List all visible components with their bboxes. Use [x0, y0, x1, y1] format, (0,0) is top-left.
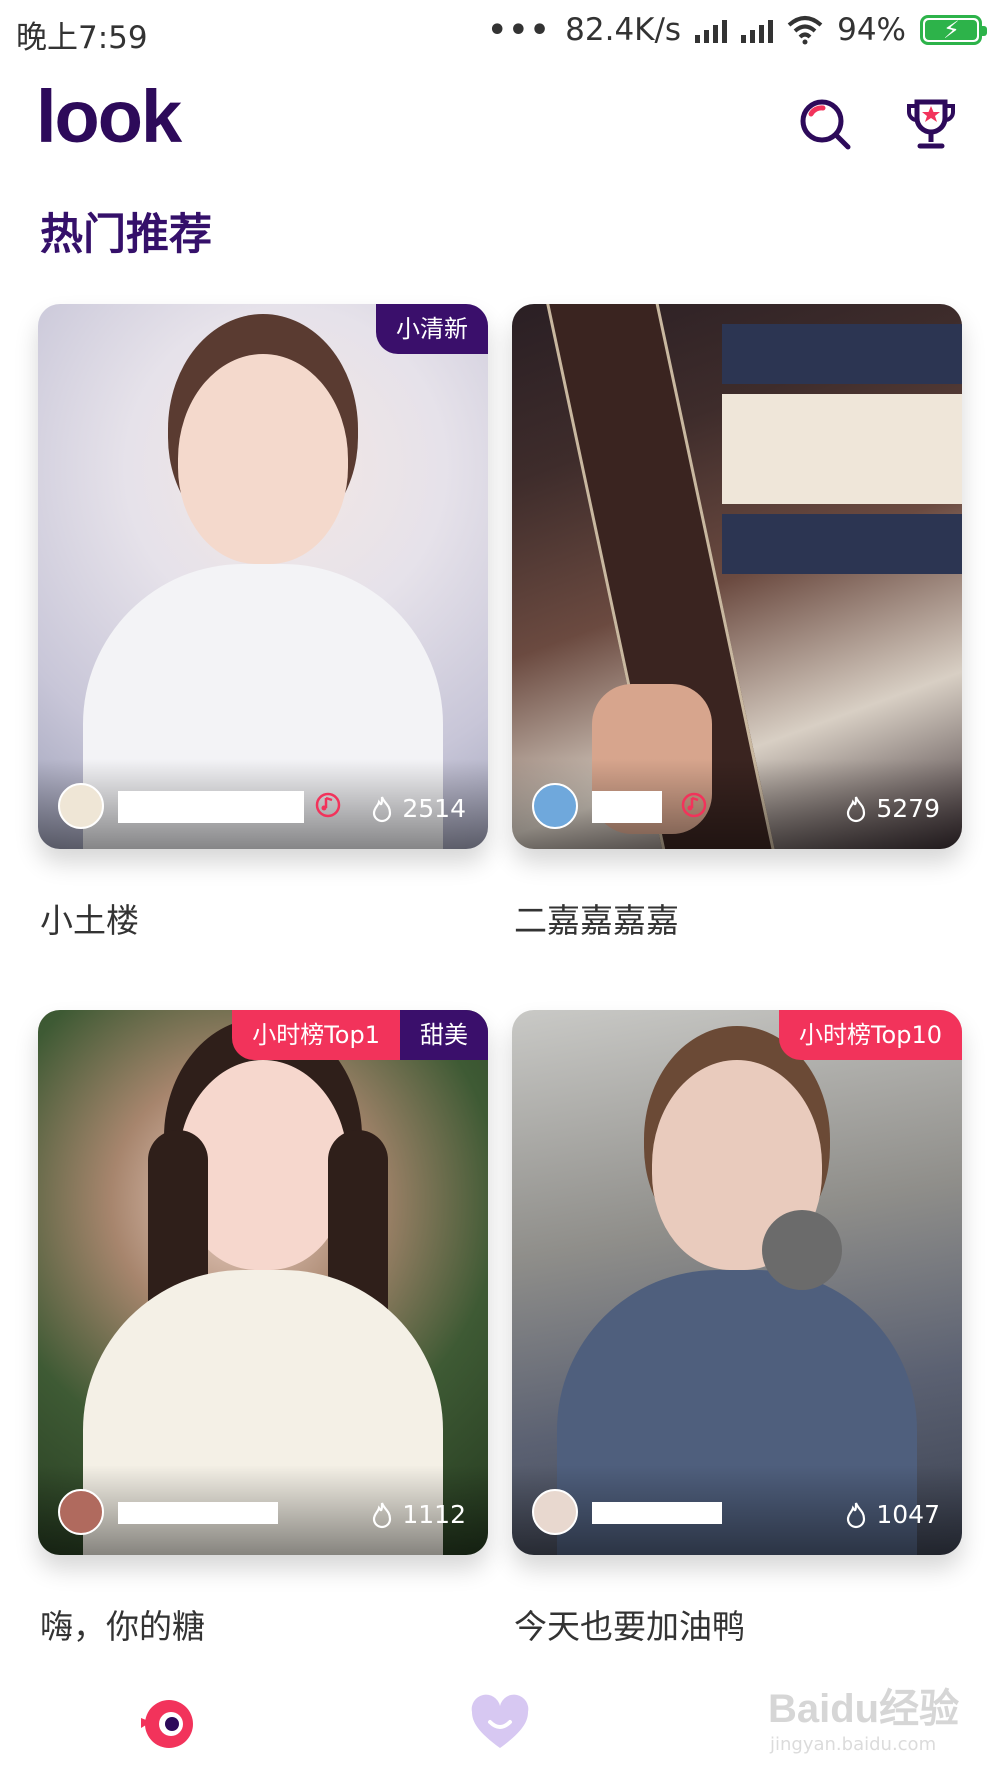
heat-count: 1112 — [370, 1500, 466, 1529]
signal-icon-2 — [741, 17, 774, 43]
stream-card[interactable]: 小时榜Top1 甜美 1112 嗨，你的糖 — [38, 1010, 488, 1646]
battery-percent: 94% — [837, 12, 906, 48]
photo-detail — [722, 324, 962, 384]
app-logo: look — [36, 75, 182, 158]
network-speed: 82.4K/s — [565, 12, 682, 48]
heat-value: 2514 — [402, 794, 466, 823]
tag-label: 小清新 — [376, 304, 488, 354]
heat-value: 1047 — [876, 1500, 940, 1529]
heart-icon[interactable] — [468, 1692, 532, 1756]
flame-icon — [373, 1502, 392, 1528]
flame-icon — [847, 1502, 866, 1528]
avatar[interactable] — [58, 783, 104, 829]
heat-value: 1112 — [402, 1500, 466, 1529]
stream-card[interactable]: 小清新 2514 小土楼 — [38, 304, 488, 940]
avatar[interactable] — [58, 1489, 104, 1535]
heat-count: 2514 — [370, 794, 466, 823]
battery-icon: ⚡ — [920, 15, 987, 45]
wifi-icon — [787, 16, 823, 45]
person-photo — [178, 354, 348, 564]
status-bar: 晚上7:59 ••• 82.4K/s 94% ⚡ — [0, 0, 1000, 62]
more-dots: ••• — [487, 12, 552, 48]
card-cover[interactable]: 5279 — [512, 304, 962, 849]
card-cover[interactable]: 小时榜Top10 1047 — [512, 1010, 962, 1555]
stream-card[interactable]: 5279 二嘉嘉嘉嘉 — [512, 304, 962, 940]
avatar[interactable] — [532, 783, 578, 829]
stream-card[interactable]: 小时榜Top10 1047 今天也要加油鸭 — [512, 1010, 962, 1646]
username-redacted — [592, 791, 662, 823]
card-title[interactable]: 二嘉嘉嘉嘉 — [514, 894, 679, 942]
tag-label: 小时榜Top10 — [778, 1010, 962, 1060]
card-cover[interactable]: 小时榜Top1 甜美 1112 — [38, 1010, 488, 1555]
signal-icon — [695, 17, 728, 43]
music-note-icon — [681, 792, 707, 818]
username-redacted — [592, 1502, 722, 1524]
watermark-subtext: jingyan.baidu.com — [770, 1734, 937, 1755]
tag-group: 小时榜Top1 甜美 — [232, 1010, 488, 1060]
photo-detail — [722, 394, 962, 504]
heat-count: 5279 — [844, 794, 940, 823]
search-icon[interactable] — [797, 96, 853, 152]
username-redacted — [118, 791, 304, 823]
card-title[interactable]: 小土楼 — [40, 894, 139, 942]
username-redacted — [118, 1502, 278, 1524]
heat-value: 5279 — [876, 794, 940, 823]
tag-label: 甜美 — [400, 1010, 488, 1060]
tag-group: 小清新 — [376, 304, 488, 354]
watermark: Baidu经验 — [768, 1687, 960, 1731]
card-title[interactable]: 嗨，你的糖 — [40, 1600, 205, 1648]
music-note-icon — [315, 792, 341, 818]
tag-group: 小时榜Top10 — [778, 1010, 962, 1060]
flame-icon — [847, 796, 866, 822]
status-right: ••• 82.4K/s 94% ⚡ — [487, 10, 987, 50]
tag-label: 小时榜Top1 — [232, 1010, 400, 1060]
avatar[interactable] — [532, 1489, 578, 1535]
microphone — [762, 1210, 842, 1290]
discover-icon[interactable] — [135, 1692, 199, 1756]
section-title: 热门推荐 — [40, 210, 212, 260]
photo-detail — [722, 514, 962, 574]
trophy-icon[interactable] — [903, 96, 959, 152]
heat-count: 1047 — [844, 1500, 940, 1529]
card-cover[interactable]: 小清新 2514 — [38, 304, 488, 849]
flame-icon — [373, 796, 392, 822]
status-time: 晚上7:59 — [16, 20, 148, 56]
card-title[interactable]: 今天也要加油鸭 — [514, 1600, 745, 1648]
